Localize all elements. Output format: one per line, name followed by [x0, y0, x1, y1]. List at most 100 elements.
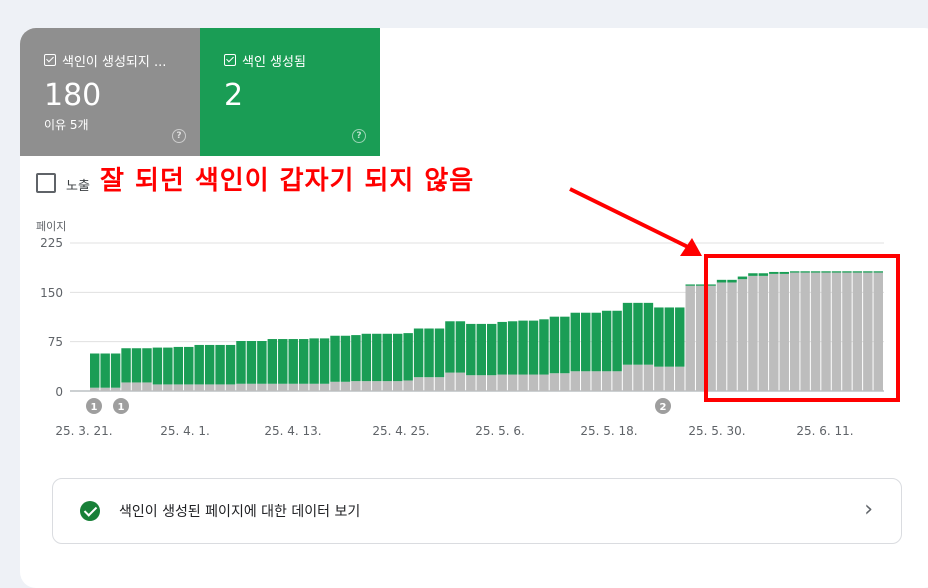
bar-indexed [194, 344, 204, 385]
bar-indexed [601, 310, 612, 372]
bar-indexed [445, 321, 455, 373]
bar-indexed [528, 320, 539, 375]
bar-not-indexed [549, 373, 560, 391]
bar-indexed [612, 310, 622, 372]
bar-not-indexed [842, 272, 852, 391]
x-tick-label: 25. 3. 21. [55, 424, 113, 438]
bar-not-indexed [518, 374, 528, 391]
bar-not-indexed [507, 374, 518, 391]
bar-not-indexed [622, 364, 633, 391]
bar-indexed [476, 323, 486, 376]
bar-not-indexed [685, 285, 695, 391]
bar-not-indexed [278, 383, 288, 391]
bar-indexed [842, 271, 852, 273]
bar-indexed [403, 333, 413, 381]
bar-not-indexed [716, 282, 727, 391]
bar-indexed [654, 307, 664, 367]
bar-not-indexed [131, 382, 142, 391]
bar-not-indexed [591, 371, 601, 391]
bar-not-indexed [539, 374, 549, 391]
bar-not-indexed [288, 383, 298, 391]
bar-not-indexed [779, 273, 789, 391]
bar-indexed [737, 276, 748, 280]
bar-indexed [382, 333, 392, 382]
bar-indexed [591, 312, 601, 372]
bar-not-indexed [445, 372, 455, 391]
bar-indexed [392, 333, 403, 382]
annotation-text: 잘 되던 색인이 갑자기 되지 않음 [100, 166, 475, 196]
bar-indexed [184, 346, 194, 385]
bar-indexed [204, 344, 215, 385]
bar-indexed [298, 339, 309, 384]
bar-not-indexed [361, 381, 372, 391]
bar-not-indexed [466, 375, 476, 391]
bar-indexed [570, 312, 581, 372]
bar-not-indexed [392, 381, 403, 391]
bar-indexed [278, 339, 288, 384]
bar-indexed [455, 321, 466, 373]
bar-not-indexed [257, 383, 267, 391]
bar-indexed [675, 307, 685, 367]
bar-not-indexed [372, 381, 382, 391]
bar-not-indexed [267, 383, 278, 391]
bar-indexed [424, 328, 434, 378]
bar-not-indexed [497, 374, 507, 391]
bar-indexed [288, 339, 298, 384]
bar-indexed [215, 344, 225, 385]
bar-not-indexed [330, 381, 340, 391]
bar-not-indexed [675, 366, 685, 391]
bar-not-indexed [142, 382, 152, 391]
bar-indexed [236, 341, 246, 384]
bar-indexed [100, 353, 110, 388]
bar-indexed [539, 319, 549, 375]
bar-indexed [622, 302, 633, 365]
view-indexed-data-label: 색인이 생성된 페이지에 대한 데이터 보기 [119, 504, 361, 520]
bar-not-indexed [194, 384, 204, 391]
bar-not-indexed [748, 275, 758, 391]
bar-not-indexed [319, 383, 330, 391]
event-marker-label: 2 [660, 402, 667, 413]
bar-indexed [685, 284, 695, 286]
bar-indexed [581, 312, 591, 372]
bar-not-indexed [298, 383, 309, 391]
bar-indexed [340, 335, 351, 382]
chevron-right-icon: › [864, 497, 873, 522]
arrow-head-icon [680, 238, 702, 256]
bar-not-indexed [246, 383, 257, 391]
bar-not-indexed [863, 272, 873, 391]
bar-indexed [131, 348, 142, 383]
bar-indexed [163, 347, 173, 385]
bar-not-indexed [560, 373, 570, 391]
bar-indexed [769, 271, 779, 274]
bar-indexed [110, 353, 121, 388]
bar-not-indexed [654, 366, 664, 391]
bar-indexed [852, 271, 863, 273]
bar-indexed [758, 273, 769, 276]
bar-indexed [173, 346, 184, 385]
bar-not-indexed [570, 371, 581, 391]
bar-not-indexed [873, 272, 883, 391]
bar-indexed [873, 271, 883, 273]
x-tick-label: 25. 5. 18. [580, 424, 638, 438]
bar-not-indexed [528, 374, 539, 391]
bar-not-indexed [789, 272, 800, 391]
bar-not-indexed [737, 279, 748, 391]
bar-indexed [779, 271, 789, 274]
bar-not-indexed [852, 272, 863, 391]
view-indexed-data-button[interactable]: 색인이 생성된 페이지에 대한 데이터 보기 › [52, 478, 902, 544]
bar-indexed [90, 353, 100, 388]
bar-indexed [831, 271, 842, 273]
bar-indexed [142, 348, 152, 383]
event-marker-label: 1 [118, 402, 125, 413]
x-tick-label: 25. 6. 11. [796, 424, 854, 438]
bar-indexed [695, 284, 706, 286]
bar-indexed [716, 279, 727, 283]
bar-not-indexed [581, 371, 591, 391]
bar-not-indexed [633, 364, 643, 391]
bar-indexed [257, 341, 267, 384]
bar-indexed [330, 335, 340, 382]
bar-indexed [497, 321, 507, 375]
bar-indexed [487, 323, 497, 376]
bar-indexed [413, 328, 424, 378]
bar-not-indexed [476, 375, 486, 391]
